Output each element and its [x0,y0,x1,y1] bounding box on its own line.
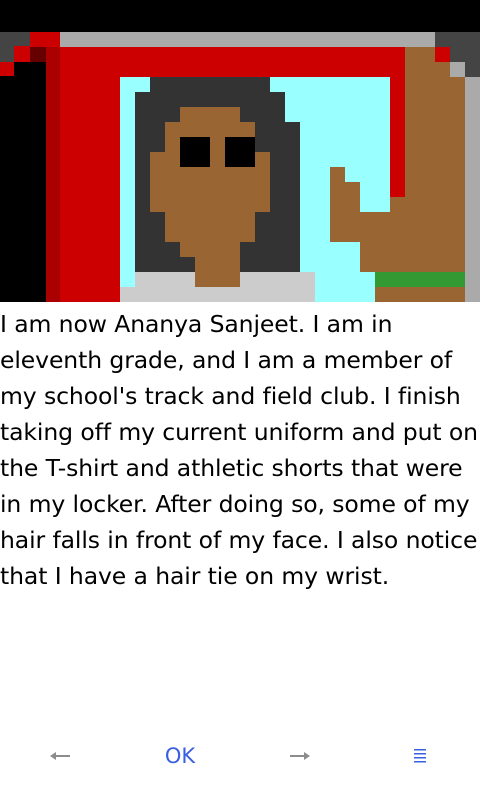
red-frame-inner-shadow [46,47,60,302]
arrow-left-icon [50,752,70,760]
right-eye [225,137,255,167]
menu-button[interactable] [390,730,450,782]
pixel-art-scene [0,32,480,302]
hair-tie-band [375,272,465,287]
status-bar [0,0,480,32]
story-text: I am now Ananya Sanjeet. I am in elevent… [0,310,478,590]
arrow-right-icon [290,752,310,760]
back-button[interactable] [30,730,90,782]
menu-lines-icon [414,749,426,763]
forward-button[interactable] [270,730,330,782]
ok-button-label: OK [164,744,196,768]
ok-button[interactable]: OK [140,730,220,782]
left-eye [180,137,210,167]
bottom-nav-bar: OK [0,730,480,782]
